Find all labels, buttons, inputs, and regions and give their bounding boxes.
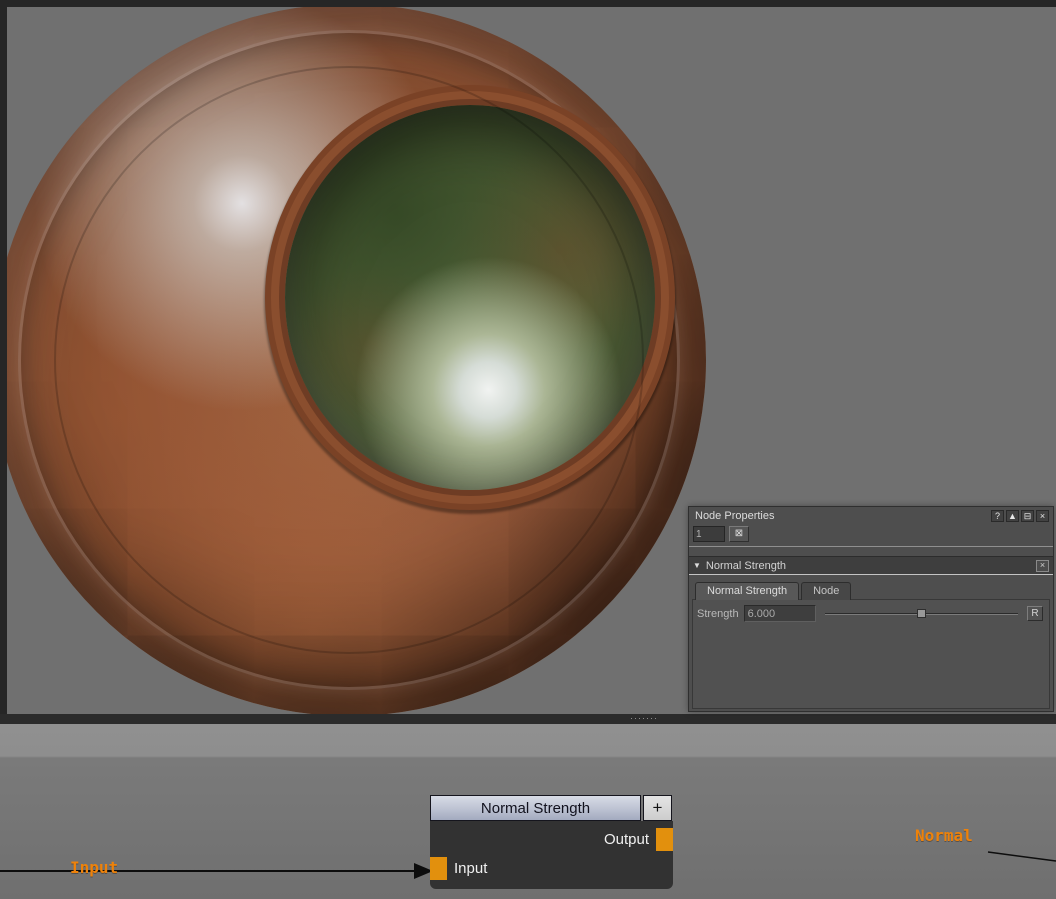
- minimize-icon[interactable]: ▲: [1006, 510, 1019, 522]
- node-header: Normal Strength +: [430, 795, 673, 821]
- viewport-frame-top: [0, 0, 1056, 7]
- material-preview-sphere: [0, 4, 706, 714]
- close-icon[interactable]: ×: [1036, 510, 1049, 522]
- collapse-arrow-icon[interactable]: ▼: [693, 561, 701, 570]
- node-properties-panel: Node Properties ? ▲ ⊟ × ⊠ ▼ Normal Stren…: [688, 506, 1054, 712]
- viewport-frame-left: [0, 0, 7, 714]
- strength-slider[interactable]: [825, 607, 1018, 620]
- panel-toolbar: ⊠: [689, 524, 1053, 543]
- panel-titlebar-icons: ? ▲ ⊟ ×: [991, 510, 1049, 522]
- node-output-label: Output: [604, 828, 649, 851]
- horizontal-splitter[interactable]: ·······: [0, 714, 1056, 724]
- node-panel-title: Normal Strength: [706, 560, 786, 572]
- panel-titlebar: Node Properties ? ▲ ⊟ ×: [689, 507, 1053, 524]
- max-panels-input[interactable]: [693, 526, 725, 542]
- node-input-label: Input: [454, 857, 487, 880]
- reset-button[interactable]: R: [1027, 606, 1043, 621]
- panel-title: Node Properties: [695, 510, 991, 522]
- tab-normal-strength[interactable]: Normal Strength: [695, 582, 799, 600]
- strength-value-input[interactable]: [744, 605, 816, 622]
- close-node-panel-button[interactable]: ×: [1036, 560, 1049, 572]
- properties-tab-content: Strength R: [692, 599, 1050, 709]
- node-panel-header: ▼ Normal Strength ×: [689, 556, 1053, 575]
- strength-slider-handle[interactable]: [917, 609, 926, 618]
- sphere-inner-bowl: [285, 105, 655, 490]
- strength-parameter-row: Strength R: [693, 600, 1049, 622]
- output-connector[interactable]: [656, 828, 673, 851]
- float-panel-icon[interactable]: ⊟: [1021, 510, 1034, 522]
- graph-output-label[interactable]: Normal: [915, 826, 973, 845]
- strength-label: Strength: [697, 608, 739, 620]
- node-graph-canvas[interactable]: Input Normal Normal Strength + Output In…: [0, 724, 1056, 899]
- normal-strength-node[interactable]: Normal Strength + Output Input: [430, 795, 673, 889]
- graph-input-label[interactable]: Input: [70, 858, 118, 877]
- properties-tabs: Normal Strength Node: [695, 582, 1053, 600]
- help-icon[interactable]: ?: [991, 510, 1004, 522]
- splitter-grip[interactable]: ·······: [630, 713, 658, 723]
- panel-separator: [689, 546, 1053, 547]
- application-window: Node Properties ? ▲ ⊟ × ⊠ ▼ Normal Stren…: [0, 0, 1056, 899]
- input-connector[interactable]: [430, 857, 447, 880]
- node-add-button[interactable]: +: [643, 795, 672, 821]
- node-body: Output Input: [430, 821, 673, 889]
- clear-panels-icon: ⊠: [735, 529, 743, 539]
- clear-panels-button[interactable]: ⊠: [729, 526, 749, 542]
- tab-node[interactable]: Node: [801, 582, 851, 600]
- node-title[interactable]: Normal Strength: [430, 795, 641, 821]
